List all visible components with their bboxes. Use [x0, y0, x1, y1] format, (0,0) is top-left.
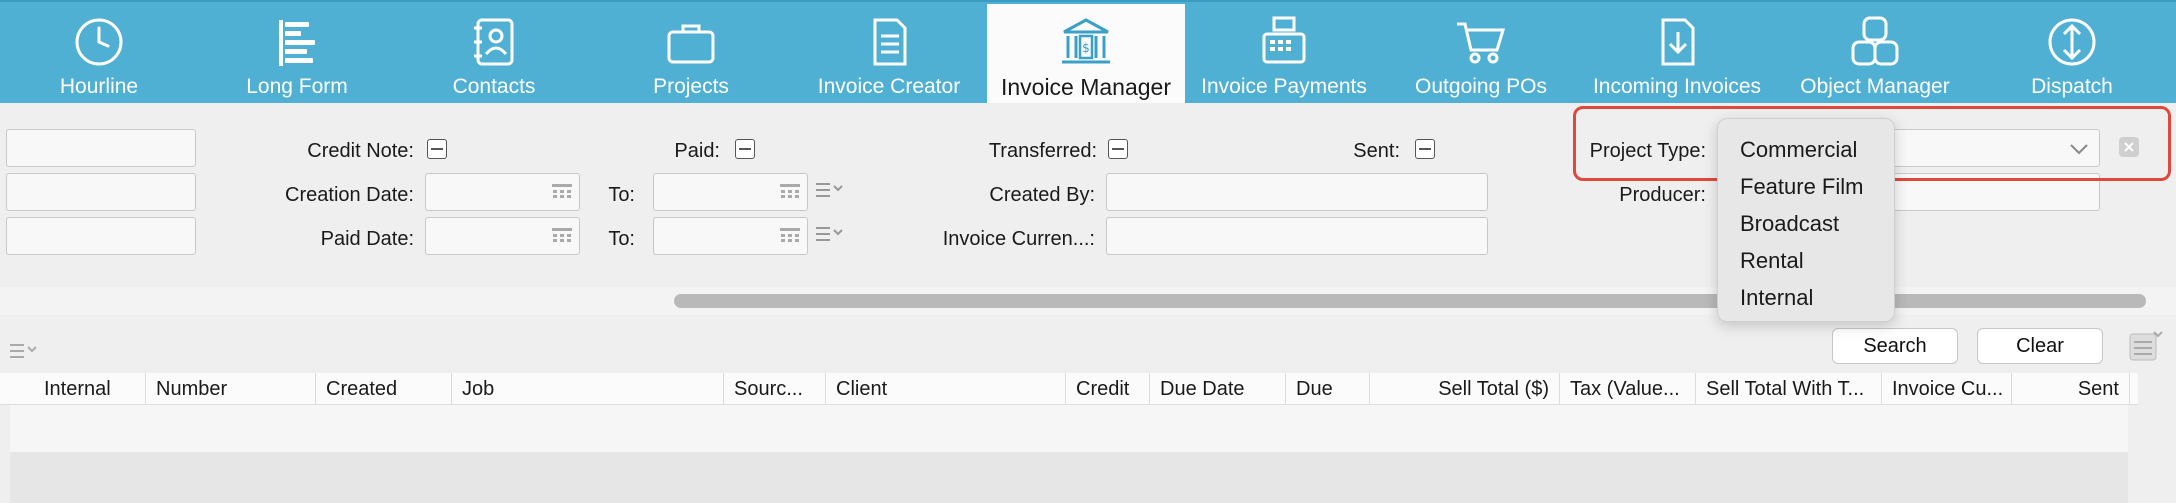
created-by-label: Created By:	[989, 184, 1095, 206]
toolbar-item-projects[interactable]: Projects	[592, 4, 790, 105]
toolbar-label: Contacts	[452, 75, 536, 98]
column-header[interactable]: Due	[1286, 373, 1370, 405]
toolbar-label: Hourline	[59, 75, 139, 98]
paid-date-input[interactable]	[425, 217, 580, 255]
column-header[interactable]: Internal	[12, 373, 146, 405]
filter-input-2[interactable]	[6, 173, 196, 211]
table-header: Internal Number Created Job Sourc... Cli…	[0, 373, 2138, 405]
paid-label: Paid:	[674, 140, 720, 162]
toolbar-label: Projects	[653, 75, 729, 98]
column-header[interactable]: Due Date	[1150, 373, 1286, 405]
list-menu-icon[interactable]	[814, 224, 844, 246]
creation-to-label: To:	[608, 184, 635, 206]
paid-date-label: Paid Date:	[320, 228, 414, 250]
sent-label: Sent:	[1353, 140, 1400, 162]
clock-icon	[75, 18, 123, 66]
column-header[interactable]: Sent	[2012, 373, 2130, 405]
column-header[interactable]: Credit	[1066, 373, 1150, 405]
toolbar-label: Dispatch	[2031, 75, 2113, 98]
invoice-currency-input[interactable]	[1106, 217, 1488, 255]
creation-date-label: Creation Date:	[285, 184, 414, 206]
horizontal-scrollbar[interactable]	[674, 294, 2146, 308]
main-toolbar: Hourline Long Form Contacts Projects Inv…	[0, 0, 2176, 105]
dropdown-option-feature-film[interactable]: Feature Film	[1718, 168, 1894, 205]
created-by-input[interactable]	[1106, 173, 1488, 211]
filter-input-3[interactable]	[6, 217, 196, 255]
toolbar-item-incoming-invoices[interactable]: Incoming Invoices	[1578, 4, 1776, 105]
svg-text:$: $	[1082, 41, 1090, 55]
calendar-icon	[552, 184, 572, 198]
toolbar-item-object-manager[interactable]: Object Manager	[1776, 4, 1974, 105]
column-header[interactable]: Invoice Cu...	[1882, 373, 2012, 405]
bank-icon: $	[1062, 18, 1110, 64]
column-header[interactable]: Sourc...	[724, 373, 826, 405]
cart-icon	[1457, 22, 1506, 64]
toolbar-item-invoice-manager[interactable]: $ Invoice Manager	[987, 4, 1185, 105]
toolbar-item-invoice-creator[interactable]: Invoice Creator	[790, 4, 988, 105]
calendar-icon	[780, 228, 800, 242]
table-row[interactable]	[10, 405, 2128, 452]
dropdown-option-rental[interactable]: Rental	[1718, 242, 1894, 279]
dropdown-option-commercial[interactable]: Commercial	[1718, 131, 1894, 168]
toolbar-item-contacts[interactable]: Contacts	[395, 4, 593, 105]
document-icon	[873, 18, 907, 66]
toolbar-item-long-form[interactable]: Long Form	[198, 4, 396, 105]
creation-date-input[interactable]	[425, 173, 580, 211]
paid-to-input[interactable]	[653, 217, 808, 255]
toolbar-label: Incoming Invoices	[1592, 75, 1762, 98]
table-row[interactable]	[10, 452, 2128, 503]
toolbar-item-outgoing-pos[interactable]: Outgoing POs	[1382, 4, 1580, 105]
column-header[interactable]: Sell Total ($)	[1370, 373, 1560, 405]
table-settings-icon[interactable]	[2124, 326, 2164, 366]
filter-input-1[interactable]	[6, 129, 196, 167]
dropdown-option-internal[interactable]: Internal	[1718, 279, 1894, 316]
transferred-label: Transferred:	[988, 140, 1097, 162]
toolbar-item-invoice-payments[interactable]: Invoice Payments	[1185, 4, 1383, 105]
blocks-icon	[1851, 16, 1899, 66]
clear-button[interactable]: Clear	[1977, 328, 2103, 364]
column-header[interactable]: Created	[316, 373, 452, 405]
cash-register-icon	[1262, 16, 1306, 64]
column-header[interactable]: Number	[146, 373, 316, 405]
toolbar-item-dispatch[interactable]: Dispatch	[1973, 4, 2171, 105]
column-header[interactable]: Tax (Value...	[1560, 373, 1696, 405]
dropdown-option-broadcast[interactable]: Broadcast	[1718, 205, 1894, 242]
paid-to-label: To:	[608, 228, 635, 250]
toolbar-label: Outgoing POs	[1415, 75, 1547, 98]
column-header[interactable]: Sell Total With T...	[1696, 373, 1882, 405]
gantt-icon	[279, 20, 315, 66]
list-menu-icon[interactable]	[8, 341, 38, 363]
clear-field-icon[interactable]	[2119, 137, 2139, 157]
creation-to-input[interactable]	[653, 173, 808, 211]
column-header[interactable]: Client	[826, 373, 1066, 405]
calendar-icon	[780, 184, 800, 198]
close-icon	[2124, 142, 2134, 152]
invoice-currency-label: Invoice Curren...:	[942, 228, 1095, 250]
producer-label: Producer:	[1619, 184, 1706, 206]
toolbar-label: Invoice Creator	[817, 75, 961, 98]
transferred-checkbox[interactable]	[1108, 139, 1128, 159]
toolbar-label: Invoice Payments	[1201, 75, 1367, 98]
project-type-dropdown: Commercial Feature Film Broadcast Rental…	[1717, 118, 1895, 322]
calendar-icon	[552, 228, 572, 242]
search-button[interactable]: Search	[1832, 328, 1958, 364]
credit-note-label: Credit Note:	[307, 140, 414, 162]
download-doc-icon	[1661, 18, 1695, 66]
toolbar-item-hourline[interactable]: Hourline	[0, 4, 198, 105]
up-down-arrows-icon	[2048, 18, 2096, 66]
column-header[interactable]: Job	[452, 373, 724, 405]
credit-note-checkbox[interactable]	[427, 139, 447, 159]
address-book-icon	[474, 18, 514, 66]
sent-checkbox[interactable]	[1415, 139, 1435, 159]
toolbar-label: Long Form	[246, 75, 348, 98]
paid-checkbox[interactable]	[735, 139, 755, 159]
briefcase-icon	[667, 24, 715, 64]
list-menu-icon[interactable]	[814, 180, 844, 202]
toolbar-label: Object Manager	[1800, 75, 1950, 98]
toolbar-label: Invoice Manager	[1000, 74, 1172, 100]
